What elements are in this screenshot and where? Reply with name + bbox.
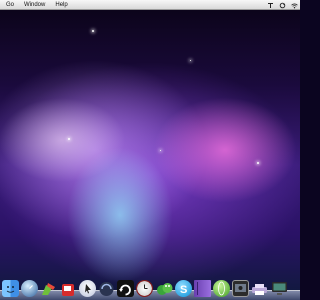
monitor-icon[interactable] — [271, 280, 288, 297]
star — [160, 150, 161, 151]
wifi-icon[interactable] — [291, 2, 298, 9]
skype-icon[interactable]: S — [174, 280, 192, 297]
desktop-wallpaper — [0, 0, 300, 300]
dark-circle-app-icon[interactable] — [98, 280, 115, 297]
notebook-icon[interactable] — [193, 280, 211, 297]
menu-extra-icon[interactable] — [267, 2, 274, 9]
finder-icon[interactable] — [2, 280, 19, 297]
star — [190, 60, 191, 61]
menu-go[interactable]: Go — [6, 0, 14, 10]
menu-window[interactable]: Window — [24, 0, 45, 10]
dock: S — [0, 270, 300, 300]
clock-app-icon[interactable] — [136, 280, 154, 297]
menu-bar: Go Window Help — [0, 0, 300, 10]
photo-booth-icon[interactable] — [232, 280, 250, 297]
star — [68, 138, 70, 140]
dashboard-icon[interactable] — [21, 280, 39, 297]
dock-icons: S — [2, 275, 290, 297]
sync-icon[interactable] — [279, 2, 286, 9]
star — [257, 162, 259, 164]
svg-text:S: S — [180, 284, 187, 296]
frogs-app-icon[interactable] — [156, 280, 173, 297]
red-app-icon[interactable] — [60, 280, 77, 297]
menu-help[interactable]: Help — [55, 0, 67, 10]
printer-icon[interactable] — [251, 280, 268, 297]
pen-tool-icon[interactable] — [40, 280, 57, 297]
cursor-app-icon[interactable] — [78, 280, 96, 297]
menu-extras — [262, 0, 298, 10]
arrow-app-icon[interactable] — [117, 280, 135, 297]
globe-app-icon[interactable] — [213, 280, 231, 297]
star — [92, 30, 94, 32]
